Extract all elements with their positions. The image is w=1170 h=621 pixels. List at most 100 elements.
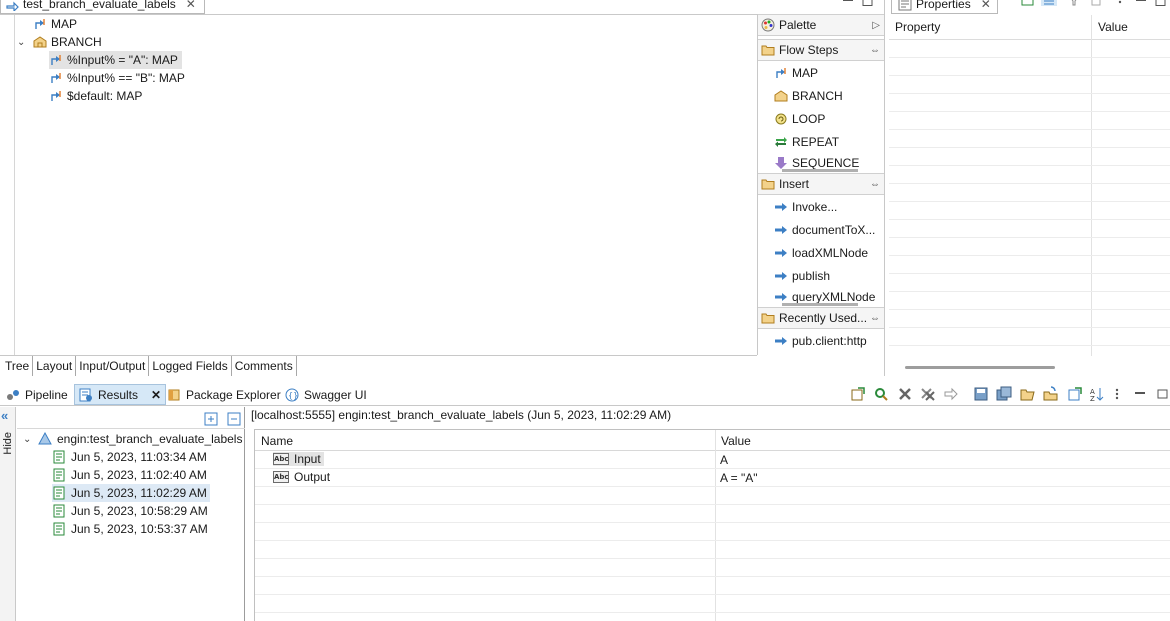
results-root-node[interactable]: ⌄ engin:test_branch_evaluate_labels [23, 430, 242, 448]
run-search-icon[interactable] [873, 386, 889, 402]
close-icon[interactable]: ✕ [186, 0, 196, 11]
remove-all-icon[interactable] [920, 386, 936, 402]
results-run-item[interactable]: Jun 5, 2023, 10:58:29 AM [52, 502, 208, 520]
drawer-toggle-icon[interactable]: ⇔ [870, 313, 880, 324]
recently-used-drawer[interactable]: Recently Used... ⇔ [758, 307, 884, 329]
table-row[interactable]: Abc Output A = "A" [255, 469, 1170, 487]
minimize-icon[interactable] [1134, 386, 1150, 402]
palette-item-loop[interactable]: LOOP [774, 109, 825, 129]
palette-item-pub-client-http[interactable]: pub.client:http [774, 331, 867, 351]
invoke-icon [774, 200, 788, 214]
results-run-item[interactable]: Jun 5, 2023, 11:03:34 AM [52, 448, 207, 466]
results-run-item-selected[interactable]: Jun 5, 2023, 11:02:29 AM [52, 484, 210, 502]
properties-grid [889, 40, 1170, 356]
results-run-item[interactable]: Jun 5, 2023, 10:53:37 AM [52, 520, 208, 538]
insert-drawer[interactable]: Insert ⇔ [758, 173, 884, 195]
table-row[interactable]: Abc Input A [255, 451, 1170, 469]
categories-icon[interactable] [1041, 0, 1057, 6]
restore-default-icon[interactable] [1091, 0, 1105, 6]
drawer-toggle-icon[interactable]: ⇔ [870, 179, 880, 190]
save-icon[interactable] [973, 386, 989, 402]
tree-node-branch[interactable]: ⌄ BRANCH [17, 33, 102, 51]
tab-pipeline[interactable]: Pipeline [2, 384, 72, 405]
tab-tree[interactable]: Tree [0, 356, 34, 376]
sequence-step-icon [774, 156, 788, 170]
collapse-all-icon[interactable] [227, 412, 241, 426]
export-icon[interactable] [850, 386, 866, 402]
filter-icon[interactable] [1069, 0, 1079, 6]
drawer-title: Recently Used... [779, 311, 868, 325]
properties-tab-title: Properties [916, 0, 971, 11]
tab-layout[interactable]: Layout [33, 356, 77, 376]
view-menu-icon[interactable] [1117, 0, 1123, 6]
editor-tab[interactable]: test_branch_evaluate_labels ✕ [0, 0, 205, 14]
string-type-icon: Abc [273, 453, 289, 465]
palette-item-branch[interactable]: BRANCH [774, 86, 843, 106]
tree-node-branch-case-a[interactable]: %Input% = "A": MAP [49, 51, 182, 69]
loop-step-icon [774, 112, 788, 126]
expand-palette-icon[interactable]: ▷ [872, 20, 880, 31]
horizontal-scrollbar[interactable] [905, 366, 1055, 369]
tab-package-explorer[interactable]: Package Explorer [163, 384, 285, 405]
view-menu-icon[interactable] [1114, 386, 1130, 402]
map-step-icon [33, 17, 47, 31]
chevron-down-icon[interactable]: ⌄ [23, 434, 33, 445]
hide-label[interactable]: Hide [2, 432, 14, 455]
maximize-icon[interactable] [1157, 386, 1170, 402]
value-column-header[interactable]: Value [721, 434, 751, 448]
tab-results[interactable]: Results ✕ [74, 384, 167, 405]
palette-item-repeat[interactable]: REPEAT [774, 132, 839, 152]
row-name: Abc Output [273, 470, 331, 484]
value-column-header[interactable]: Value [1098, 20, 1128, 34]
result-doc-icon [52, 522, 66, 536]
forward-icon[interactable] [943, 386, 959, 402]
palette-item-documenttox[interactable]: documentToX... [774, 220, 875, 240]
result-doc-icon [52, 450, 66, 464]
results-run-item[interactable]: Jun 5, 2023, 11:02:40 AM [52, 466, 207, 484]
palette-item-invoke[interactable]: Invoke... [774, 197, 837, 217]
minimize-icon[interactable] [842, 0, 854, 7]
expand-all-icon[interactable] [204, 412, 218, 426]
result-doc-icon [52, 504, 66, 518]
invoke-icon [774, 334, 788, 348]
save-all-icon[interactable] [996, 386, 1012, 402]
new-window-icon[interactable] [1021, 0, 1035, 6]
close-icon[interactable]: ✕ [151, 388, 161, 402]
palette-header[interactable]: Palette ▷ [758, 14, 884, 36]
tree-node-branch-default[interactable]: $default: MAP [49, 87, 142, 105]
tree-node-map[interactable]: MAP [33, 15, 77, 33]
close-icon[interactable]: ✕ [981, 0, 991, 11]
chevron-down-icon[interactable]: ⌄ [17, 37, 29, 48]
palette-item-publish[interactable]: publish [774, 266, 830, 286]
folder-icon [761, 177, 775, 191]
palette-item-loadxmlnode[interactable]: loadXMLNode [774, 243, 868, 263]
load-results-icon[interactable] [1043, 386, 1059, 402]
flow-steps-drawer[interactable]: Flow Steps ⇔ [758, 39, 884, 61]
service-icon [38, 432, 52, 446]
tab-logged-fields[interactable]: Logged Fields [149, 356, 232, 376]
collapse-left-icon[interactable]: « [1, 408, 8, 423]
maximize-icon[interactable] [862, 0, 874, 7]
map-step-icon [774, 66, 788, 80]
flow-editor: test_branch_evaluate_labels ✕ MAP ⌄ BRAN… [0, 0, 885, 376]
property-column-header[interactable]: Property [895, 20, 940, 34]
tree-node-branch-case-b[interactable]: %Input% == "B": MAP [49, 69, 185, 87]
name-column-header[interactable]: Name [261, 434, 293, 448]
tab-input-output[interactable]: Input/Output [76, 356, 150, 376]
invoke-icon [774, 246, 788, 260]
open-folder-icon[interactable] [1020, 386, 1036, 402]
drawer-toggle-icon[interactable]: ⇔ [870, 45, 880, 56]
link-icon[interactable] [1067, 386, 1083, 402]
maximize-icon[interactable] [1155, 0, 1167, 7]
properties-tab[interactable]: Properties ✕ [891, 0, 998, 14]
invoke-icon [774, 269, 788, 283]
sort-icon[interactable]: AZ [1089, 386, 1105, 402]
minimize-icon[interactable] [1135, 0, 1147, 7]
tab-comments[interactable]: Comments [231, 356, 297, 376]
swagger-icon: {} [285, 388, 299, 402]
result-doc-icon [52, 468, 66, 482]
remove-icon[interactable] [897, 386, 913, 402]
invoke-icon [774, 223, 788, 237]
tab-swagger-ui[interactable]: {} Swagger UI [281, 384, 371, 405]
palette-item-map[interactable]: MAP [774, 63, 818, 83]
